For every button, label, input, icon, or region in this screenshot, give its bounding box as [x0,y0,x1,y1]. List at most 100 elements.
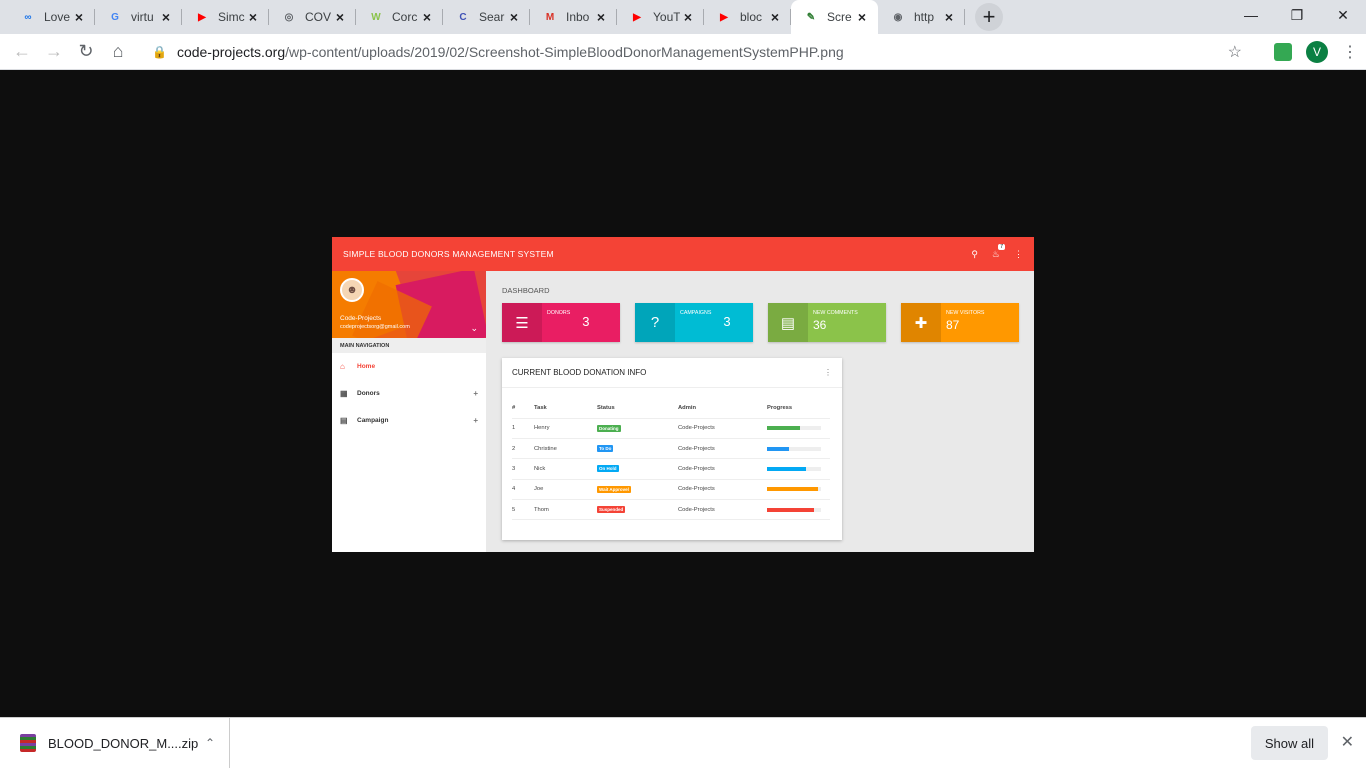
table-row: 2 Christine To Do Code-Projects [512,438,830,460]
card-value: 87 [946,318,960,332]
bell-icon[interactable]: ♨ 7 [992,243,1005,260]
expand-icon[interactable]: + [473,416,478,425]
row-number: 5 [512,499,534,521]
close-tab-icon[interactable]: × [245,9,261,25]
card-label: CAMPAIGNS [680,310,712,316]
chevron-down-icon[interactable]: ⌄ [470,323,478,334]
url-path: /wp-content/uploads/2019/02/Screenshot-S… [285,43,844,60]
info-card-new-visitors[interactable]: ✚ NEW VISITORS 87 [901,303,1019,342]
info-card-campaigns[interactable]: ? CAMPAIGNS 3 [635,303,753,342]
close-tab-icon[interactable]: × [767,9,783,25]
download-item[interactable]: BLOOD_DONOR_M....zip ⌃ [0,717,230,768]
zip-file-icon [20,734,36,752]
extension-icon[interactable] [1274,42,1292,61]
checklist-icon: ☰ [502,303,542,342]
chevron-up-icon[interactable]: ⌃ [205,736,215,750]
progress-fill [767,507,814,512]
tab-title: virtu [131,10,154,24]
close-tab-icon[interactable]: × [680,9,696,25]
close-tab-icon[interactable]: × [419,9,435,25]
sidebar-item-donors[interactable]: ▦ Donors + [332,380,486,407]
tab-title: bloc [740,10,763,24]
card-label: NEW COMMENTS [813,310,858,316]
tab-title: YouT [653,10,680,24]
more-vert-icon[interactable]: ⋮ [824,368,832,377]
forward-button[interactable]: → [38,36,70,68]
tab-0[interactable]: ∞ Love × [8,0,95,34]
window-controls: — ❐ ✕ [1228,0,1366,30]
more-vert-icon[interactable]: ⋮ [1014,249,1023,260]
close-tab-icon[interactable]: × [593,9,609,25]
status-badge: Wait Approvel [597,485,631,493]
info-card-new-comments[interactable]: ▤ NEW COMMENTS 36 [768,303,886,342]
tab-8[interactable]: ▶ bloc × [704,0,791,34]
bookmark-star-icon[interactable]: ☆ [1228,42,1242,62]
address-bar[interactable]: 🔒 code-projects.org/wp-content/uploads/2… [142,38,1252,66]
close-tab-icon[interactable]: × [71,9,87,25]
infinity-icon: ∞ [24,11,32,23]
panel-title: CURRENT BLOOD DONATION INFO [512,368,647,377]
page-viewport: SIMPLE BLOOD DONORS MANAGEMENT SYSTEM ⚲ … [0,70,1366,717]
tab-4[interactable]: W Corc × [356,0,443,34]
app-brand: SIMPLE BLOOD DONORS MANAGEMENT SYSTEM [343,249,554,259]
gmail-icon: M [545,11,555,23]
sidebar-item-home[interactable]: ⌂ Home [332,353,486,380]
tab-10[interactable]: ◉ http × [878,0,965,34]
close-tab-icon[interactable]: × [941,9,957,25]
close-tab-icon[interactable]: × [332,9,348,25]
progress-fill [767,487,819,492]
download-file-name: BLOOD_DONOR_M....zip [48,735,199,751]
lock-icon: 🔒 [152,44,167,59]
restore-button[interactable]: ❐ [1274,0,1320,30]
column-header: Admin [678,398,767,419]
tab-9[interactable]: ✎ Scre × [791,0,878,34]
tab-6[interactable]: M Inbo × [530,0,617,34]
avatar: ☻ [340,278,364,302]
reload-button[interactable]: ↻ [70,36,102,68]
close-window-button[interactable]: ✕ [1320,0,1366,30]
sidebar-item-label: Campaign [357,417,389,424]
donation-table: # Task Status Admin Progress 1 Henry Donating C… [512,398,830,521]
table-row: 5 Thom Suspended Code-Projects [512,499,830,521]
close-tab-icon[interactable]: × [854,9,870,25]
task-name: Christine [534,438,597,460]
notification-badge: 7 [998,243,1005,250]
user-name: Code-Projects [340,315,382,322]
browser-menu-icon[interactable]: ⋮ [1340,42,1360,62]
help-icon: ? [635,303,675,342]
progress-fill [767,426,801,431]
home-button[interactable]: ⌂ [102,36,134,68]
tab-3[interactable]: ◎ COV × [269,0,356,34]
donation-panel: CURRENT BLOOD DONATION INFO ⋮ # Task Statu… [502,358,842,540]
expand-icon[interactable]: + [473,389,478,398]
profile-avatar[interactable]: V [1306,40,1328,63]
user-info: ☻ Code-Projects codeprojectsorg@gmail.co… [332,271,486,338]
close-tab-icon[interactable]: × [158,9,174,25]
info-card-donors[interactable]: ☰ DONORS 3 [502,303,620,342]
show-all-button[interactable]: Show all [1250,726,1328,760]
progress-fill [767,446,789,451]
close-icon[interactable]: ✕ [1341,732,1354,752]
card-value: 3 [582,314,590,329]
tab-7[interactable]: ▶ YouT × [617,0,704,34]
row-number: 3 [512,458,534,480]
table-row: 4 Joe Wait Approvel Code-Projects [512,479,830,501]
search-icon[interactable]: ⚲ [971,249,978,260]
progress-bar [767,466,821,471]
column-header: Task [534,398,597,419]
back-button[interactable]: ← [6,36,38,68]
tab-5[interactable]: C Sear × [443,0,530,34]
close-tab-icon[interactable]: × [506,9,522,25]
tab-1[interactable]: Gvirtu × [95,0,182,34]
card-value: 3 [723,314,731,329]
new-tab-button[interactable]: + [975,3,1003,31]
sidebar-item-campaign[interactable]: ▤ Campaign + [332,407,486,434]
progress-bar [767,487,821,492]
globe-icon: ◎ [284,11,294,23]
table-header-row: # Task Status Admin Progress [512,398,830,419]
sidebar-item-label: Home [357,363,376,370]
status-badge: On Hold [597,465,619,473]
main-content: DASHBOARD ☰ DONORS 3? CAMPAIGNS 3 ▤ NEW COMMEN… [486,271,1034,552]
tab-2[interactable]: ▶ Simc × [182,0,269,34]
minimize-button[interactable]: — [1228,0,1274,30]
